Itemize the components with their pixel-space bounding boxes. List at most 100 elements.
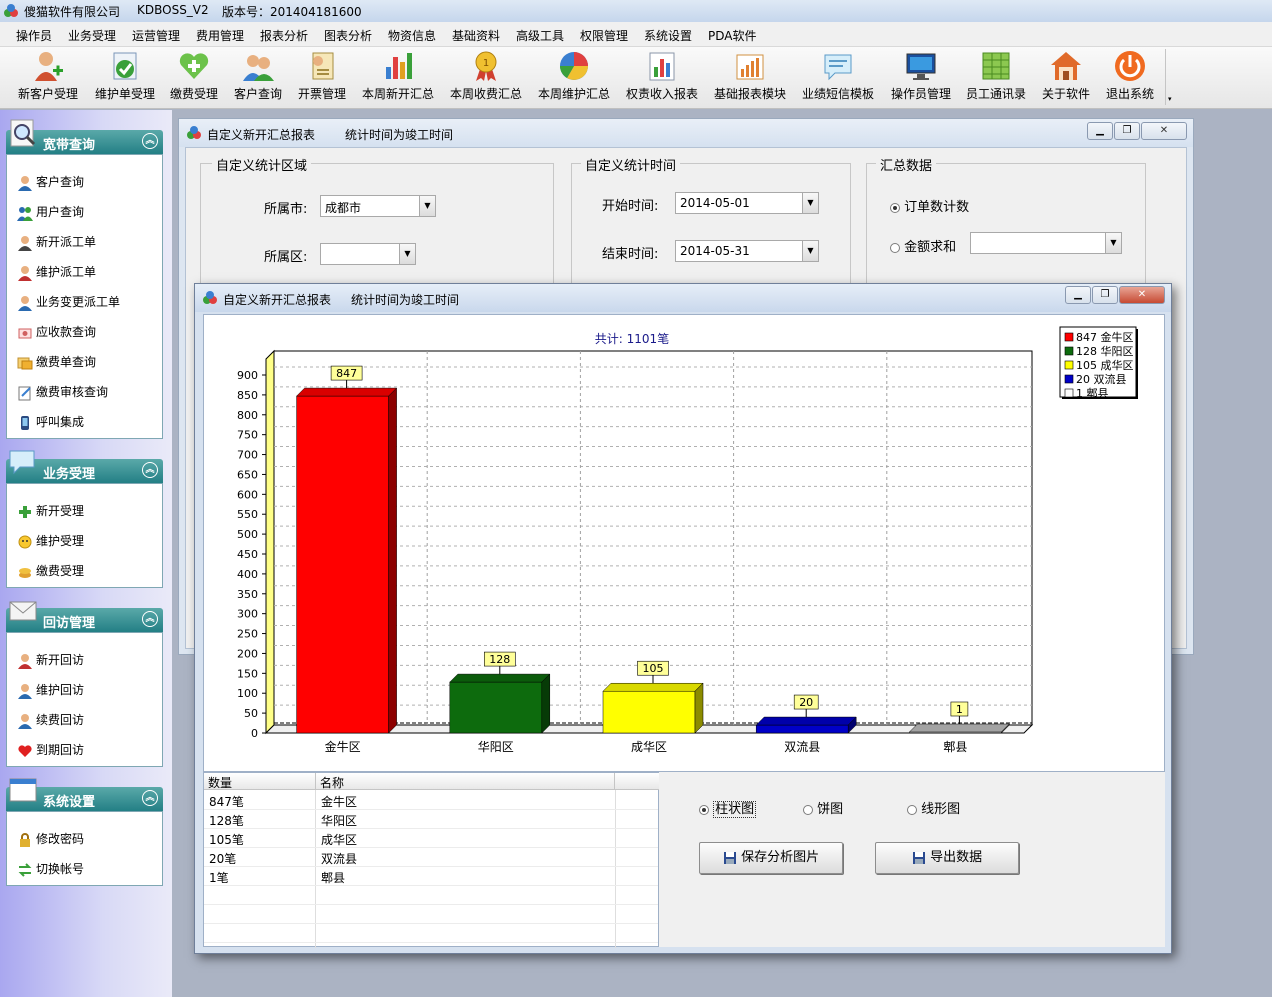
menu-operations[interactable]: 运营管理 <box>132 27 180 44</box>
toolbar-payment-button[interactable]: 缴费受理 <box>166 49 222 107</box>
end-time-picker[interactable]: 2014-05-31 ▼ <box>675 240 819 262</box>
sidebar-panel-system-settings: 修改密码 切换帐号 <box>6 811 163 886</box>
chevron-down-icon[interactable]: ▼ <box>419 196 435 216</box>
count-radio[interactable]: 订单数计数 <box>890 196 969 215</box>
collapse-icon[interactable]: ︽ <box>142 462 158 478</box>
start-time-picker[interactable]: 2014-05-01 ▼ <box>675 192 819 214</box>
chevron-down-icon[interactable]: ▼ <box>802 193 818 213</box>
bar-side <box>388 387 397 734</box>
menu-operator[interactable]: 操作员 <box>16 27 52 44</box>
collapse-icon[interactable]: ︽ <box>142 790 158 806</box>
toolbar-weekly-maintenance-summary-button[interactable]: 本周维护汇总 <box>534 49 614 107</box>
grid-header-count[interactable]: 数量 <box>204 773 316 790</box>
close-button[interactable]: ✕ <box>1141 122 1187 140</box>
toolbar-new-customer-button[interactable]: 新客户受理 <box>12 49 84 107</box>
toolbar-weekly-new-summary-button[interactable]: 本周新开汇总 <box>358 49 438 107</box>
menu-reports[interactable]: 报表分析 <box>260 27 308 44</box>
sidebar-item-new-revisit[interactable]: 新开回访 <box>17 651 84 669</box>
sum-radio[interactable]: 金额求和 <box>890 236 956 255</box>
city-select[interactable]: 成都市 ▼ <box>320 195 436 217</box>
toolbar-staff-directory-button[interactable]: 员工通讯录 <box>962 49 1030 107</box>
save-chart-image-button[interactable]: 保存分析图片 <box>699 842 843 874</box>
collapse-icon[interactable]: ︽ <box>142 133 158 149</box>
maintenance-order-icon <box>113 52 137 80</box>
worker-red-icon <box>17 265 33 281</box>
table-row[interactable]: 847笔 金牛区 <box>204 791 658 810</box>
toolbar-overflow[interactable]: ▾ <box>1165 49 1175 105</box>
district-select[interactable]: ▼ <box>320 243 416 265</box>
sidebar-item-receivables-query[interactable]: 应收款查询 <box>17 323 96 341</box>
sidebar-item-user-query[interactable]: 用户查询 <box>17 203 84 221</box>
sidebar-header-revisit[interactable]: 回访管理 ︽ <box>6 601 163 632</box>
grid-header-filler <box>615 773 660 790</box>
toolbar-basic-report-button[interactable]: 基础报表模块 <box>710 49 790 107</box>
chevron-down-icon[interactable]: ▼ <box>399 244 415 264</box>
sidebar-item-payment-accept[interactable]: 缴费受理 <box>17 562 84 580</box>
toolbar-exit-button[interactable]: 退出系统 <box>1102 49 1158 107</box>
sidebar-header-business[interactable]: 业务受理 ︽ <box>6 450 163 483</box>
sum-field-select[interactable]: ▼ <box>970 232 1122 254</box>
invoice-icon <box>312 52 334 80</box>
customer-query-icon <box>243 55 274 81</box>
sidebar-item-payment-query[interactable]: 缴费单查询 <box>17 353 96 371</box>
maximize-button[interactable]: ❐ <box>1092 286 1118 304</box>
y-tick-label: 350 <box>237 588 258 601</box>
toolbar-about-button[interactable]: 关于软件 <box>1038 49 1094 107</box>
audit-icon <box>17 385 33 401</box>
sidebar-item-maintenance-accept[interactable]: 维护受理 <box>17 532 84 550</box>
toolbar-revenue-report-button[interactable]: 权责收入报表 <box>622 49 702 107</box>
window-subtitle: 统计时间为竣工时间 <box>345 128 454 142</box>
sidebar-item-call-integration[interactable]: 呼叫集成 <box>17 413 84 431</box>
y-tick-label: 0 <box>251 727 258 740</box>
menu-advanced-tools[interactable]: 高级工具 <box>516 27 564 44</box>
sidebar-item-maintenance-revisit[interactable]: 维护回访 <box>17 681 84 699</box>
export-data-button[interactable]: 导出数据 <box>875 842 1019 874</box>
minimize-button[interactable]: ▁ <box>1065 286 1091 304</box>
sidebar-item-renewal-revisit[interactable]: 续费回访 <box>17 711 84 729</box>
toolbar-operator-management-button[interactable]: 操作员管理 <box>886 49 956 107</box>
chart-type-pie-radio[interactable]: 饼图 <box>803 798 843 817</box>
menu-permissions[interactable]: 权限管理 <box>580 27 628 44</box>
toolbar-weekly-fee-summary-button[interactable]: 1 本周收费汇总 <box>446 49 526 107</box>
sidebar-header-system-settings[interactable]: 系统设置 ︽ <box>6 778 163 811</box>
chevron-down-icon[interactable]: ▼ <box>1105 233 1121 253</box>
table-row[interactable]: 1笔 郫县 <box>204 867 658 886</box>
sidebar-item-business-change-order[interactable]: 业务变更派工单 <box>17 293 120 311</box>
table-row[interactable]: 20笔 双流县 <box>204 848 658 867</box>
city-label: 所属市: <box>264 202 308 217</box>
chart-type-bar-radio[interactable]: 柱状图 <box>699 798 757 818</box>
menu-pda[interactable]: PDA软件 <box>708 27 756 44</box>
toolbar-maintenance-order-button[interactable]: 维护单受理 <box>90 49 160 107</box>
menu-materials[interactable]: 物资信息 <box>388 27 436 44</box>
maximize-button[interactable]: ❐ <box>1114 122 1140 140</box>
sidebar-item-expiry-revisit[interactable]: 到期回访 <box>17 741 84 759</box>
table-row[interactable]: 105笔 成华区 <box>204 829 658 848</box>
sidebar-item-change-password[interactable]: 修改密码 <box>17 830 84 848</box>
radio-icon <box>890 242 900 253</box>
collapse-icon[interactable]: ︽ <box>142 611 158 627</box>
sidebar-item-new-work-order[interactable]: 新开派工单 <box>17 233 96 251</box>
close-button[interactable]: ✕ <box>1119 286 1165 304</box>
table-row[interactable]: 128笔 华阳区 <box>204 810 658 829</box>
sidebar-item-customer-query[interactable]: 客户查询 <box>17 173 84 191</box>
sidebar-item-switch-account[interactable]: 切换帐号 <box>17 860 84 878</box>
data-label: 847 <box>336 367 357 380</box>
toolbar-sms-template-button[interactable]: 业绩短信模板 <box>798 49 878 107</box>
menu-fees[interactable]: 费用管理 <box>196 27 244 44</box>
toolbar-customer-query-button[interactable]: 客户查询 <box>230 49 286 107</box>
minimize-button[interactable]: ▁ <box>1087 122 1113 140</box>
chevron-down-icon[interactable]: ▼ <box>802 241 818 261</box>
chart-type-line-radio[interactable]: 线形图 <box>907 798 960 817</box>
sidebar-item-maintenance-work-order[interactable]: 维护派工单 <box>17 263 96 281</box>
sidebar-header-broadband-query[interactable]: 宽带查询 ︽ <box>6 119 163 154</box>
menu-basic-data[interactable]: 基础资料 <box>452 27 500 44</box>
sidebar-item-payment-audit-query[interactable]: 缴费审核查询 <box>17 383 108 401</box>
weekly-fee-medal-icon: 1 <box>475 51 497 81</box>
menu-system-settings[interactable]: 系统设置 <box>644 27 692 44</box>
menu-charts[interactable]: 图表分析 <box>324 27 372 44</box>
sidebar-item-new-accept[interactable]: 新开受理 <box>17 502 84 520</box>
toolbar-invoice-button[interactable]: 开票管理 <box>294 49 350 107</box>
menu-business[interactable]: 业务受理 <box>68 27 116 44</box>
grid-header-name[interactable]: 名称 <box>316 773 615 790</box>
data-label: 128 <box>489 653 510 666</box>
